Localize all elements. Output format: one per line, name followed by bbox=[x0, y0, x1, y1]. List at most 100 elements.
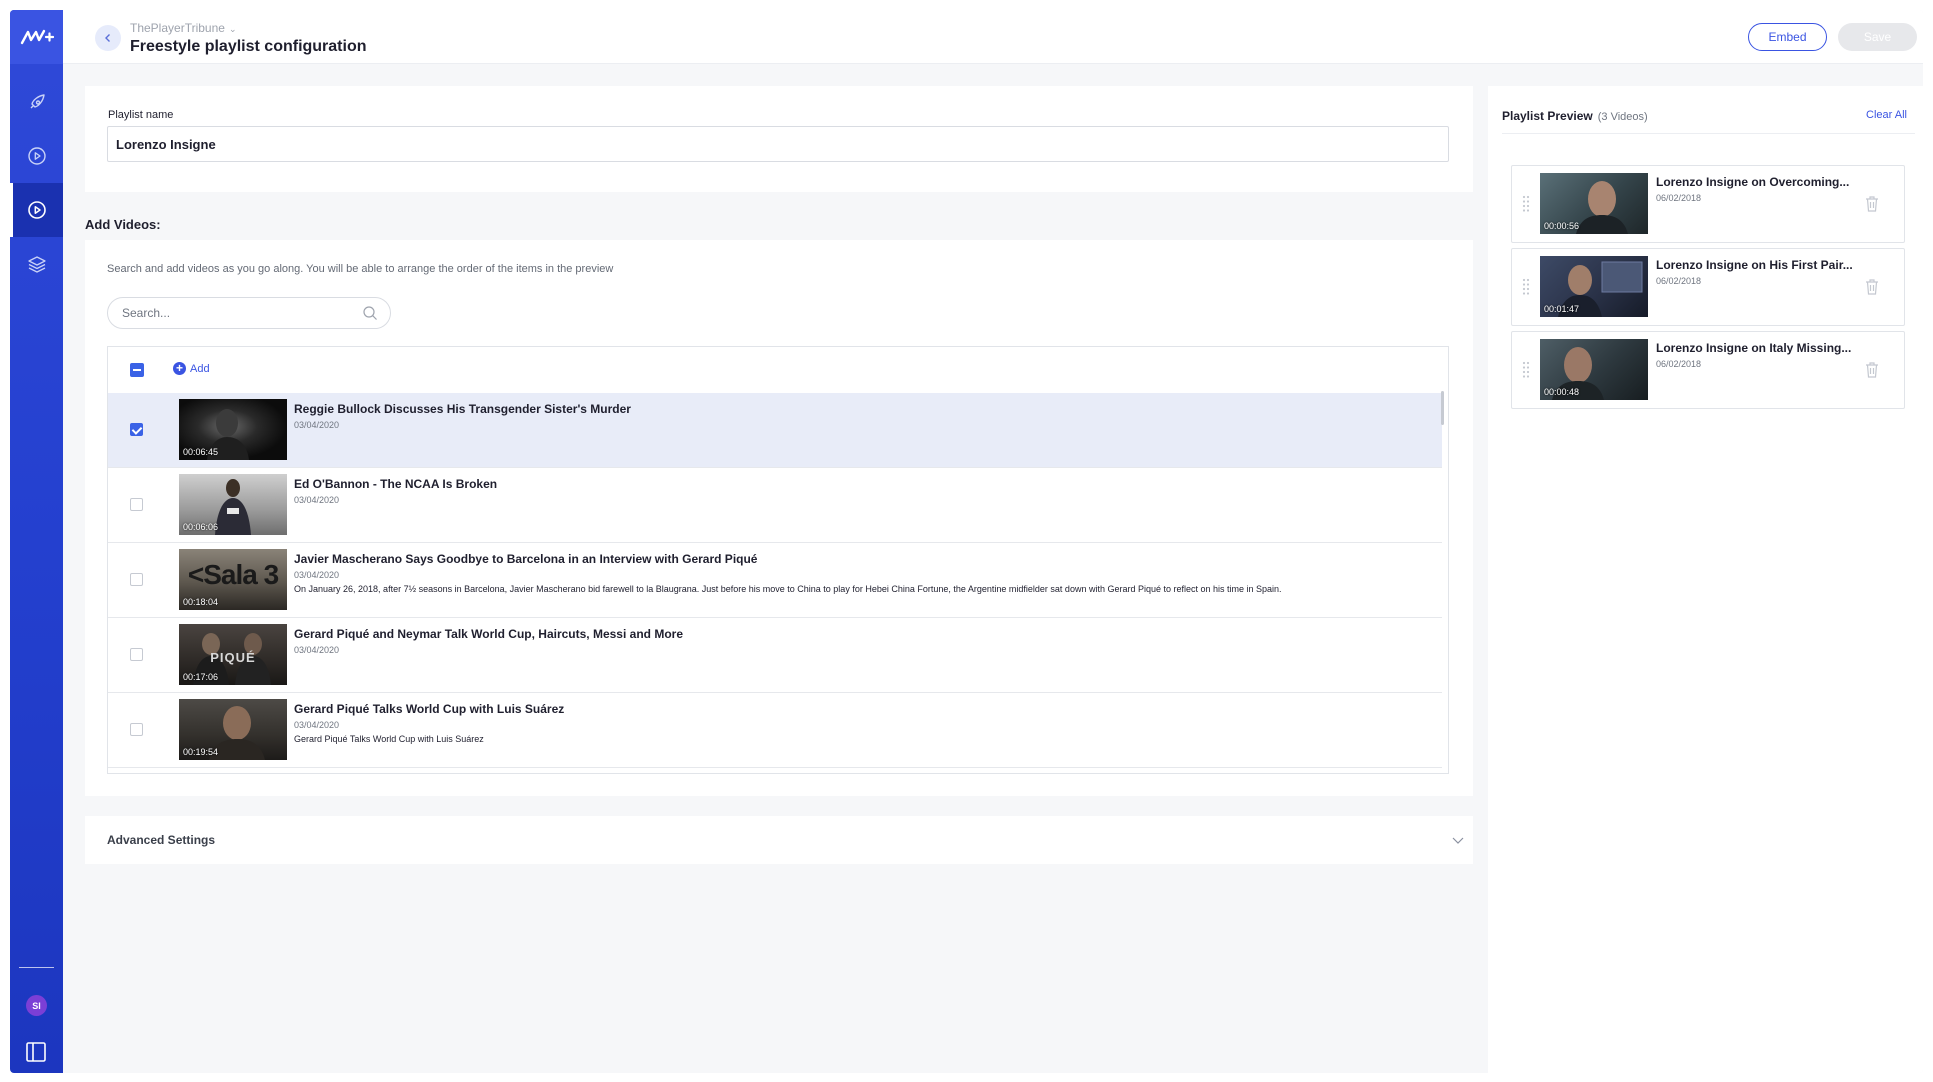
row-checkbox[interactable] bbox=[130, 723, 143, 736]
video-date: 03/04/2020 bbox=[294, 720, 340, 730]
video-date: 03/04/2020 bbox=[294, 570, 340, 580]
video-date: 03/04/2020 bbox=[294, 645, 340, 655]
plus-circle-icon: + bbox=[173, 362, 186, 375]
row-checkbox[interactable] bbox=[130, 648, 143, 661]
video-thumbnail[interactable]: 00:19:54 bbox=[179, 699, 287, 760]
playlist-name-card: Playlist name Lorenzo Insigne bbox=[85, 86, 1473, 192]
add-videos-card: Search and add videos as you go along. Y… bbox=[85, 240, 1473, 796]
select-all-checkbox[interactable] bbox=[130, 363, 144, 377]
search-box bbox=[107, 297, 391, 329]
nav-item-launch[interactable] bbox=[10, 75, 63, 129]
preview-item[interactable]: 00:01:47 Lorenzo Insigne on His First Pa… bbox=[1511, 248, 1905, 326]
list-toolbar: + Add bbox=[108, 347, 1448, 393]
row-checkbox[interactable] bbox=[130, 423, 143, 436]
preview-title: Playlist Preview (3 Videos) bbox=[1502, 109, 1648, 123]
video-row[interactable]: PIQUÉ 00:17:06 Gerard Piqué and Neymar T… bbox=[108, 618, 1442, 693]
page-title: Freestyle playlist configuration bbox=[130, 38, 367, 55]
preview-item[interactable]: 00:00:48 Lorenzo Insigne on Italy Missin… bbox=[1511, 331, 1905, 409]
search-input[interactable] bbox=[122, 305, 352, 321]
clear-all-link[interactable]: Clear All bbox=[1866, 109, 1907, 121]
advanced-settings-toggle[interactable]: Advanced Settings bbox=[85, 816, 1473, 864]
chevron-left-icon bbox=[105, 34, 110, 42]
video-date: 03/04/2020 bbox=[294, 420, 340, 430]
video-title: Gerard Piqué Talks World Cup with Luis S… bbox=[294, 702, 565, 716]
video-date: 03/04/2020 bbox=[294, 495, 340, 505]
advanced-settings-label: Advanced Settings bbox=[107, 833, 216, 847]
avatar[interactable]: SI bbox=[26, 995, 47, 1016]
rocket-icon bbox=[30, 94, 45, 109]
org-switcher[interactable]: ThePlayerTribune ⌄ bbox=[130, 21, 236, 35]
video-title: Javier Mascherano Says Goodbye to Barcel… bbox=[294, 552, 758, 566]
preview-item-date: 06/02/2018 bbox=[1656, 359, 1702, 369]
video-title: Ed O'Bannon - The NCAA Is Broken bbox=[294, 477, 498, 491]
video-duration: 00:19:54 bbox=[183, 747, 219, 757]
embed-button[interactable]: Embed bbox=[1748, 23, 1827, 51]
logo-icon bbox=[20, 29, 54, 45]
preview-item-title: Lorenzo Insigne on His First Pair... bbox=[1656, 258, 1853, 272]
preview-thumbnail: 00:01:47 bbox=[1540, 256, 1648, 317]
org-name: ThePlayerTribune bbox=[130, 21, 225, 35]
video-duration: 00:18:04 bbox=[183, 597, 219, 607]
video-duration: 00:06:45 bbox=[183, 447, 219, 457]
video-duration: 00:06:06 bbox=[183, 522, 219, 532]
chevron-down-icon[interactable] bbox=[1451, 833, 1465, 847]
drag-handle-icon[interactable] bbox=[1522, 361, 1530, 379]
preview-count: (3 Videos) bbox=[1597, 111, 1648, 123]
play-circle-icon bbox=[27, 201, 46, 219]
preview-divider bbox=[1502, 133, 1915, 134]
video-description: Gerard Piqué Talks World Cup with Luis S… bbox=[294, 734, 484, 744]
video-thumbnail[interactable]: <Sala 3 00:18:04 bbox=[179, 549, 287, 610]
preview-item-date: 06/02/2018 bbox=[1656, 276, 1702, 286]
video-row[interactable]: 00:06:45 Reggie Bullock Discusses His Tr… bbox=[108, 393, 1442, 468]
preview-item[interactable]: 00:00:56 Lorenzo Insigne on Overcoming..… bbox=[1511, 165, 1905, 243]
row-checkbox[interactable] bbox=[130, 573, 143, 586]
thumbnail-text: <Sala 3 bbox=[187, 559, 279, 590]
row-checkbox[interactable] bbox=[130, 498, 143, 511]
video-thumbnail[interactable]: PIQUÉ 00:17:06 bbox=[179, 624, 287, 685]
app-frame: SI ThePlayerTribune ⌄ Freestyle playlist … bbox=[10, 10, 1923, 1073]
video-description: On January 26, 2018, after 7½ seasons in… bbox=[294, 584, 1282, 594]
trash-icon[interactable] bbox=[1864, 361, 1880, 379]
video-thumbnail[interactable]: 00:06:06 bbox=[179, 474, 287, 535]
play-circle-icon bbox=[27, 147, 46, 165]
video-duration: 00:01:47 bbox=[1544, 304, 1580, 314]
back-button[interactable] bbox=[95, 25, 121, 51]
video-list: + Add 00:06:45 Reggie Bullock Discusses … bbox=[107, 346, 1449, 774]
video-title: Reggie Bullock Discusses His Transgender… bbox=[294, 402, 631, 416]
save-button[interactable]: Save bbox=[1838, 23, 1917, 51]
nav-item-playlists[interactable] bbox=[10, 183, 63, 237]
playlist-name-input[interactable]: Lorenzo Insigne bbox=[107, 126, 1449, 162]
sidebar: SI bbox=[10, 10, 63, 1073]
playlist-preview-panel: Playlist Preview (3 Videos) Clear All 00:… bbox=[1488, 86, 1923, 1073]
app-logo[interactable] bbox=[10, 10, 63, 64]
video-row[interactable]: 00:06:06 Ed O'Bannon - The NCAA Is Broke… bbox=[108, 468, 1442, 543]
add-videos-title: Add Videos: bbox=[85, 217, 161, 232]
add-videos-help: Search and add videos as you go along. Y… bbox=[107, 263, 614, 275]
header: ThePlayerTribune ⌄ Freestyle playlist con… bbox=[63, 10, 1923, 64]
video-row[interactable]: <Sala 3 00:18:04 Javier Mascherano Says … bbox=[108, 543, 1442, 618]
preview-item-title: Lorenzo Insigne on Overcoming... bbox=[1656, 175, 1850, 189]
list-scrollbar[interactable] bbox=[1441, 391, 1444, 425]
drag-handle-icon[interactable] bbox=[1522, 195, 1530, 213]
search-icon[interactable] bbox=[362, 305, 378, 321]
video-title: Gerard Piqué and Neymar Talk World Cup, … bbox=[294, 627, 683, 641]
nav-item-layers[interactable] bbox=[10, 237, 63, 291]
add-button[interactable]: + Add bbox=[173, 362, 210, 375]
video-row[interactable]: 00:19:54 Gerard Piqué Talks World Cup wi… bbox=[108, 693, 1442, 768]
preview-thumbnail: 00:00:56 bbox=[1540, 173, 1648, 234]
preview-item-date: 06/02/2018 bbox=[1656, 193, 1702, 203]
drag-handle-icon[interactable] bbox=[1522, 278, 1530, 296]
thumbnail-text: PIQUÉ bbox=[210, 650, 256, 665]
video-duration: 00:17:06 bbox=[183, 672, 219, 682]
video-duration: 00:00:48 bbox=[1544, 387, 1580, 397]
trash-icon[interactable] bbox=[1864, 195, 1880, 213]
playlist-name-label: Playlist name bbox=[108, 109, 174, 121]
preview-thumbnail: 00:00:48 bbox=[1540, 339, 1648, 400]
sidebar-collapse-icon[interactable] bbox=[25, 1041, 47, 1063]
video-thumbnail[interactable]: 00:06:45 bbox=[179, 399, 287, 460]
chevron-down-icon: ⌄ bbox=[228, 24, 237, 34]
nav-item-videos[interactable] bbox=[10, 129, 63, 183]
layers-icon bbox=[27, 256, 46, 273]
trash-icon[interactable] bbox=[1864, 278, 1880, 296]
sidebar-divider bbox=[19, 967, 54, 968]
